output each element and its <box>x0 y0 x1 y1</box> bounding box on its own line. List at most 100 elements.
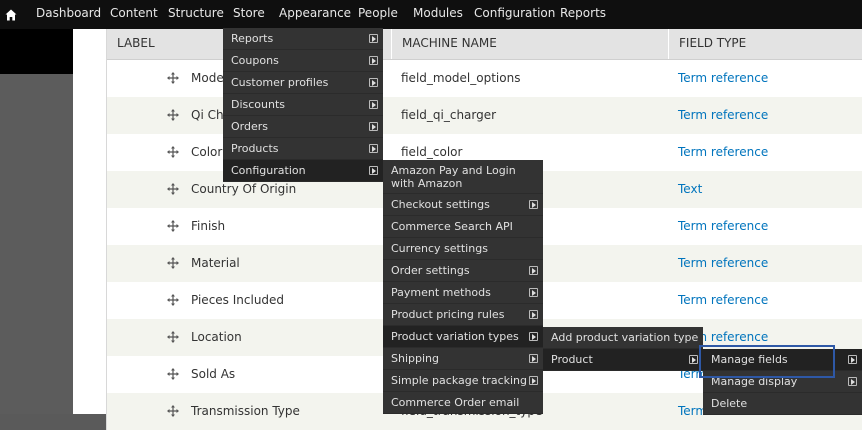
field-type-link[interactable]: Term reference <box>678 134 768 171</box>
menu-item-label: Commerce Order email <box>391 396 520 409</box>
submenu-arrow-icon[interactable] <box>529 354 538 363</box>
toolbar-item-store[interactable]: Store <box>233 0 265 29</box>
menu-item-label: Currency settings <box>391 242 488 255</box>
table-row: Qi Chargerfield_qi_chargerTerm reference <box>107 97 862 134</box>
menu-item-currency-settings[interactable]: Currency settings <box>383 238 543 260</box>
left-panel-dark <box>0 29 73 74</box>
field-label: Transmission Type <box>191 404 300 418</box>
submenu-arrow-icon[interactable] <box>529 288 538 297</box>
toolbar-item-structure[interactable]: Structure <box>168 0 224 29</box>
configuration-dropdown: Amazon Pay and Login with Amazon Checkou… <box>383 160 543 414</box>
menu-item-customer-profiles[interactable]: Customer profiles <box>223 72 383 94</box>
toolbar-item-modules[interactable]: Modules <box>413 0 463 29</box>
field-label: Pieces Included <box>191 293 285 307</box>
submenu-arrow-icon[interactable] <box>529 332 538 341</box>
menu-item-amazon-pay[interactable]: Amazon Pay and Login with Amazon <box>383 160 543 194</box>
menu-item-product-pricing-rules[interactable]: Product pricing rules <box>383 304 543 326</box>
menu-item-configuration[interactable]: Configuration <box>223 160 383 182</box>
menu-item-label: Simple package tracking <box>391 374 527 387</box>
table-header: LABEL MACHINE NAME FIELD TYPE <box>107 29 862 60</box>
home-icon[interactable] <box>0 0 22 29</box>
submenu-arrow-icon[interactable] <box>369 122 378 131</box>
drag-handle-icon[interactable] <box>167 146 179 158</box>
menu-item-label: Discounts <box>231 98 286 111</box>
field-type-link[interactable]: Term reference <box>678 208 768 245</box>
menu-item-order-settings[interactable]: Order settings <box>383 260 543 282</box>
field-machine-name: field_qi_charger <box>401 108 497 122</box>
drag-handle-icon[interactable] <box>167 294 179 306</box>
menu-item-product[interactable]: Product <box>543 349 703 371</box>
menu-item-simple-package-tracking[interactable]: Simple package tracking <box>383 370 543 392</box>
product-variation-types-dropdown: Add product variation type Product <box>543 327 703 371</box>
header-field-type[interactable]: FIELD TYPE <box>668 29 862 59</box>
menu-item-products[interactable]: Products <box>223 138 383 160</box>
menu-item-label: Product variation types <box>391 330 519 343</box>
field-type-link[interactable]: Term reference <box>678 245 768 282</box>
field-label: Sold As <box>191 367 236 381</box>
field-type-link[interactable]: Text <box>678 171 702 208</box>
submenu-arrow-icon[interactable] <box>529 376 538 385</box>
menu-item-label: Order settings <box>391 264 470 277</box>
menu-item-label: Add product variation type <box>551 331 699 344</box>
menu-item-label: Checkout settings <box>391 198 490 211</box>
focus-highlight <box>699 345 835 378</box>
toolbar-item-appearance[interactable]: Appearance <box>279 0 351 29</box>
field-machine-name: field_model_options <box>401 71 521 85</box>
field-label: Color <box>191 145 223 159</box>
admin-toolbar: Dashboard Content Structure Store Appearance… <box>0 0 862 29</box>
toolbar-item-reports[interactable]: Reports <box>560 0 606 29</box>
header-machine-name[interactable]: MACHINE NAME <box>391 29 668 59</box>
menu-item-label: Commerce Search API <box>391 220 513 233</box>
menu-item-label: Payment methods <box>391 286 491 299</box>
drag-handle-icon[interactable] <box>167 405 179 417</box>
drag-handle-icon[interactable] <box>167 257 179 269</box>
drag-handle-icon[interactable] <box>167 109 179 121</box>
field-type-link[interactable]: Term reference <box>678 97 768 134</box>
submenu-arrow-icon[interactable] <box>529 200 538 209</box>
toolbar-item-dashboard[interactable]: Dashboard <box>36 0 101 29</box>
menu-item-commerce-order-email[interactable]: Commerce Order email <box>383 392 543 414</box>
menu-item-payment-methods[interactable]: Payment methods <box>383 282 543 304</box>
menu-item-commerce-search-api[interactable]: Commerce Search API <box>383 216 543 238</box>
menu-item-reports[interactable]: Reports <box>223 28 383 50</box>
menu-item-product-variation-types[interactable]: Product variation types <box>383 326 543 348</box>
submenu-arrow-icon[interactable] <box>848 355 857 364</box>
submenu-arrow-icon[interactable] <box>529 310 538 319</box>
submenu-arrow-icon[interactable] <box>529 266 538 275</box>
menu-item-discounts[interactable]: Discounts <box>223 94 383 116</box>
submenu-arrow-icon[interactable] <box>689 355 698 364</box>
submenu-arrow-icon[interactable] <box>369 100 378 109</box>
submenu-arrow-icon[interactable] <box>369 56 378 65</box>
menu-item-label: Coupons <box>231 54 279 67</box>
drag-handle-icon[interactable] <box>167 331 179 343</box>
submenu-arrow-icon[interactable] <box>848 377 857 386</box>
toolbar-item-people[interactable]: People <box>358 0 398 29</box>
submenu-arrow-icon[interactable] <box>369 78 378 87</box>
left-panel <box>0 74 73 414</box>
submenu-arrow-icon[interactable] <box>369 34 378 43</box>
drag-handle-icon[interactable] <box>167 220 179 232</box>
submenu-arrow-icon[interactable] <box>369 166 378 175</box>
menu-item-label: Customer profiles <box>231 76 329 89</box>
menu-item-label: Product <box>551 353 593 366</box>
menu-item-label: Products <box>231 142 279 155</box>
drag-handle-icon[interactable] <box>167 368 179 380</box>
drag-handle-icon[interactable] <box>167 72 179 84</box>
field-type-link[interactable]: Term reference <box>678 282 768 319</box>
toolbar-item-configuration[interactable]: Configuration <box>474 0 555 29</box>
field-type-link[interactable]: Term reference <box>678 60 768 97</box>
menu-item-shipping[interactable]: Shipping <box>383 348 543 370</box>
menu-item-add-product-variation-type[interactable]: Add product variation type <box>543 327 703 349</box>
menu-item-orders[interactable]: Orders <box>223 116 383 138</box>
drag-handle-icon[interactable] <box>167 183 179 195</box>
store-dropdown: Reports Coupons Customer profiles Discounts… <box>223 28 383 182</box>
menu-item-delete[interactable]: Delete <box>703 393 862 415</box>
submenu-arrow-icon[interactable] <box>369 144 378 153</box>
menu-item-checkout-settings[interactable]: Checkout settings <box>383 194 543 216</box>
menu-item-label: Orders <box>231 120 268 133</box>
toolbar-item-content[interactable]: Content <box>110 0 158 29</box>
field-label: Finish <box>191 219 226 233</box>
field-label: Location <box>191 330 242 344</box>
menu-item-label: Product pricing rules <box>391 308 505 321</box>
menu-item-coupons[interactable]: Coupons <box>223 50 383 72</box>
